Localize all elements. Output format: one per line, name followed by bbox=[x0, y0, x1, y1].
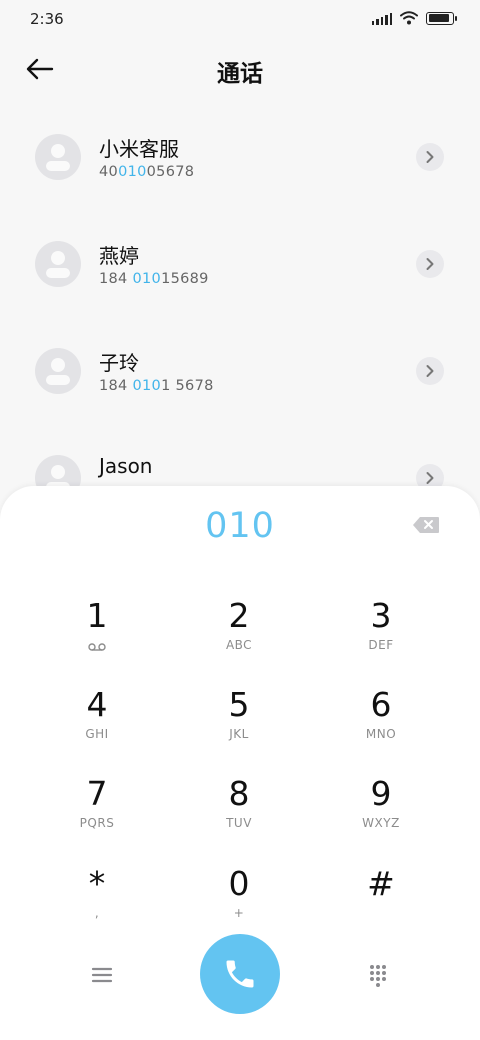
key-digit: # bbox=[367, 864, 395, 903]
key-letters: ABC bbox=[225, 638, 253, 652]
key-5[interactable]: 5 JKL bbox=[179, 685, 299, 765]
key-digit: 6 bbox=[370, 685, 392, 724]
chevron-right-icon bbox=[426, 258, 434, 270]
status-bar: 2:36 bbox=[0, 0, 480, 38]
key-digit: 7 bbox=[86, 774, 108, 813]
key-digit: 9 bbox=[370, 774, 392, 813]
wifi-icon bbox=[400, 11, 418, 25]
key-digit: 0 bbox=[228, 864, 250, 903]
dialpad: 010 1 2 ABC 3 DEF 4 GHI 5 JKL 6 MNO 7 PQ… bbox=[0, 486, 480, 1040]
key-digit: 4 bbox=[86, 685, 108, 724]
phone-icon bbox=[226, 960, 254, 988]
key-1[interactable]: 1 bbox=[37, 596, 157, 676]
key-letters: WXYZ bbox=[362, 816, 400, 830]
status-time: 2:36 bbox=[30, 10, 64, 28]
key-0[interactable]: 0 + bbox=[179, 864, 299, 944]
key-letters bbox=[321, 906, 441, 922]
key-star[interactable]: * , bbox=[37, 864, 157, 944]
key-digit: 8 bbox=[228, 774, 250, 813]
contact-row[interactable]: 子玲 184 0101 5678 bbox=[0, 318, 480, 425]
dialpad-icon bbox=[370, 965, 386, 987]
backspace-icon bbox=[413, 517, 439, 533]
key-letters: TUV bbox=[226, 816, 252, 830]
call-button[interactable] bbox=[200, 934, 280, 1014]
status-icons bbox=[371, 11, 457, 25]
chevron-right-icon bbox=[426, 365, 434, 377]
matched-digits: 010 bbox=[132, 378, 162, 394]
contact-detail-button[interactable] bbox=[416, 357, 444, 385]
chevron-right-icon bbox=[426, 151, 434, 163]
menu-button[interactable] bbox=[90, 965, 114, 985]
key-digit: * bbox=[88, 864, 106, 903]
signal-icon bbox=[371, 11, 392, 25]
key-8[interactable]: 8 TUV bbox=[179, 774, 299, 854]
contact-number: 184 0101 5678 bbox=[99, 378, 214, 394]
key-9[interactable]: 9 WXYZ bbox=[321, 774, 441, 854]
contact-number: 184 01015689 bbox=[99, 271, 209, 287]
chevron-right-icon bbox=[426, 472, 434, 484]
contact-detail-button[interactable] bbox=[416, 143, 444, 171]
key-hash[interactable]: # bbox=[321, 864, 441, 944]
page-title: 通话 bbox=[217, 61, 263, 87]
key-3[interactable]: 3 DEF bbox=[321, 596, 441, 676]
key-letters: MNO bbox=[365, 727, 397, 741]
avatar bbox=[35, 241, 81, 287]
matched-digits: 010 bbox=[118, 164, 147, 180]
contact-name: 子玲 bbox=[99, 351, 139, 375]
key-6[interactable]: 6 MNO bbox=[321, 685, 441, 765]
contact-number: 4001005678 bbox=[99, 164, 195, 180]
battery-icon bbox=[426, 11, 457, 25]
dial-input[interactable]: 010 bbox=[0, 506, 480, 546]
contact-name: Jason bbox=[99, 454, 153, 478]
key-digit: 1 bbox=[86, 596, 108, 635]
key-letters: GHI bbox=[85, 727, 109, 741]
contact-detail-button[interactable] bbox=[416, 250, 444, 278]
avatar bbox=[35, 348, 81, 394]
key-letters: + bbox=[233, 906, 245, 920]
key-letters: PQRS bbox=[79, 816, 115, 830]
dialpad-toggle-button[interactable] bbox=[366, 963, 390, 987]
contact-name: 小米客服 bbox=[99, 137, 179, 161]
key-4[interactable]: 4 GHI bbox=[37, 685, 157, 765]
key-letters: JKL bbox=[229, 727, 249, 741]
key-digit: 3 bbox=[370, 596, 392, 635]
contact-list: 小米客服 4001005678 燕婷 184 01015689 子玲 184 0… bbox=[0, 104, 480, 532]
key-letters: , bbox=[94, 906, 100, 920]
contact-row[interactable]: 小米客服 4001005678 bbox=[0, 104, 480, 211]
menu-icon bbox=[91, 967, 113, 983]
contact-name: 燕婷 bbox=[99, 244, 139, 268]
avatar bbox=[35, 134, 81, 180]
key-digit: 2 bbox=[228, 596, 250, 635]
battery-level bbox=[428, 14, 449, 22]
header: 通话 bbox=[0, 40, 480, 100]
matched-digits: 010 bbox=[132, 271, 162, 287]
voicemail-icon bbox=[88, 643, 106, 651]
key-7[interactable]: 7 PQRS bbox=[37, 774, 157, 854]
backspace-button[interactable] bbox=[412, 516, 442, 538]
contact-row[interactable]: 燕婷 184 01015689 bbox=[0, 211, 480, 318]
key-digit: 5 bbox=[228, 685, 250, 724]
key-letters: DEF bbox=[368, 638, 394, 652]
key-2[interactable]: 2 ABC bbox=[179, 596, 299, 676]
